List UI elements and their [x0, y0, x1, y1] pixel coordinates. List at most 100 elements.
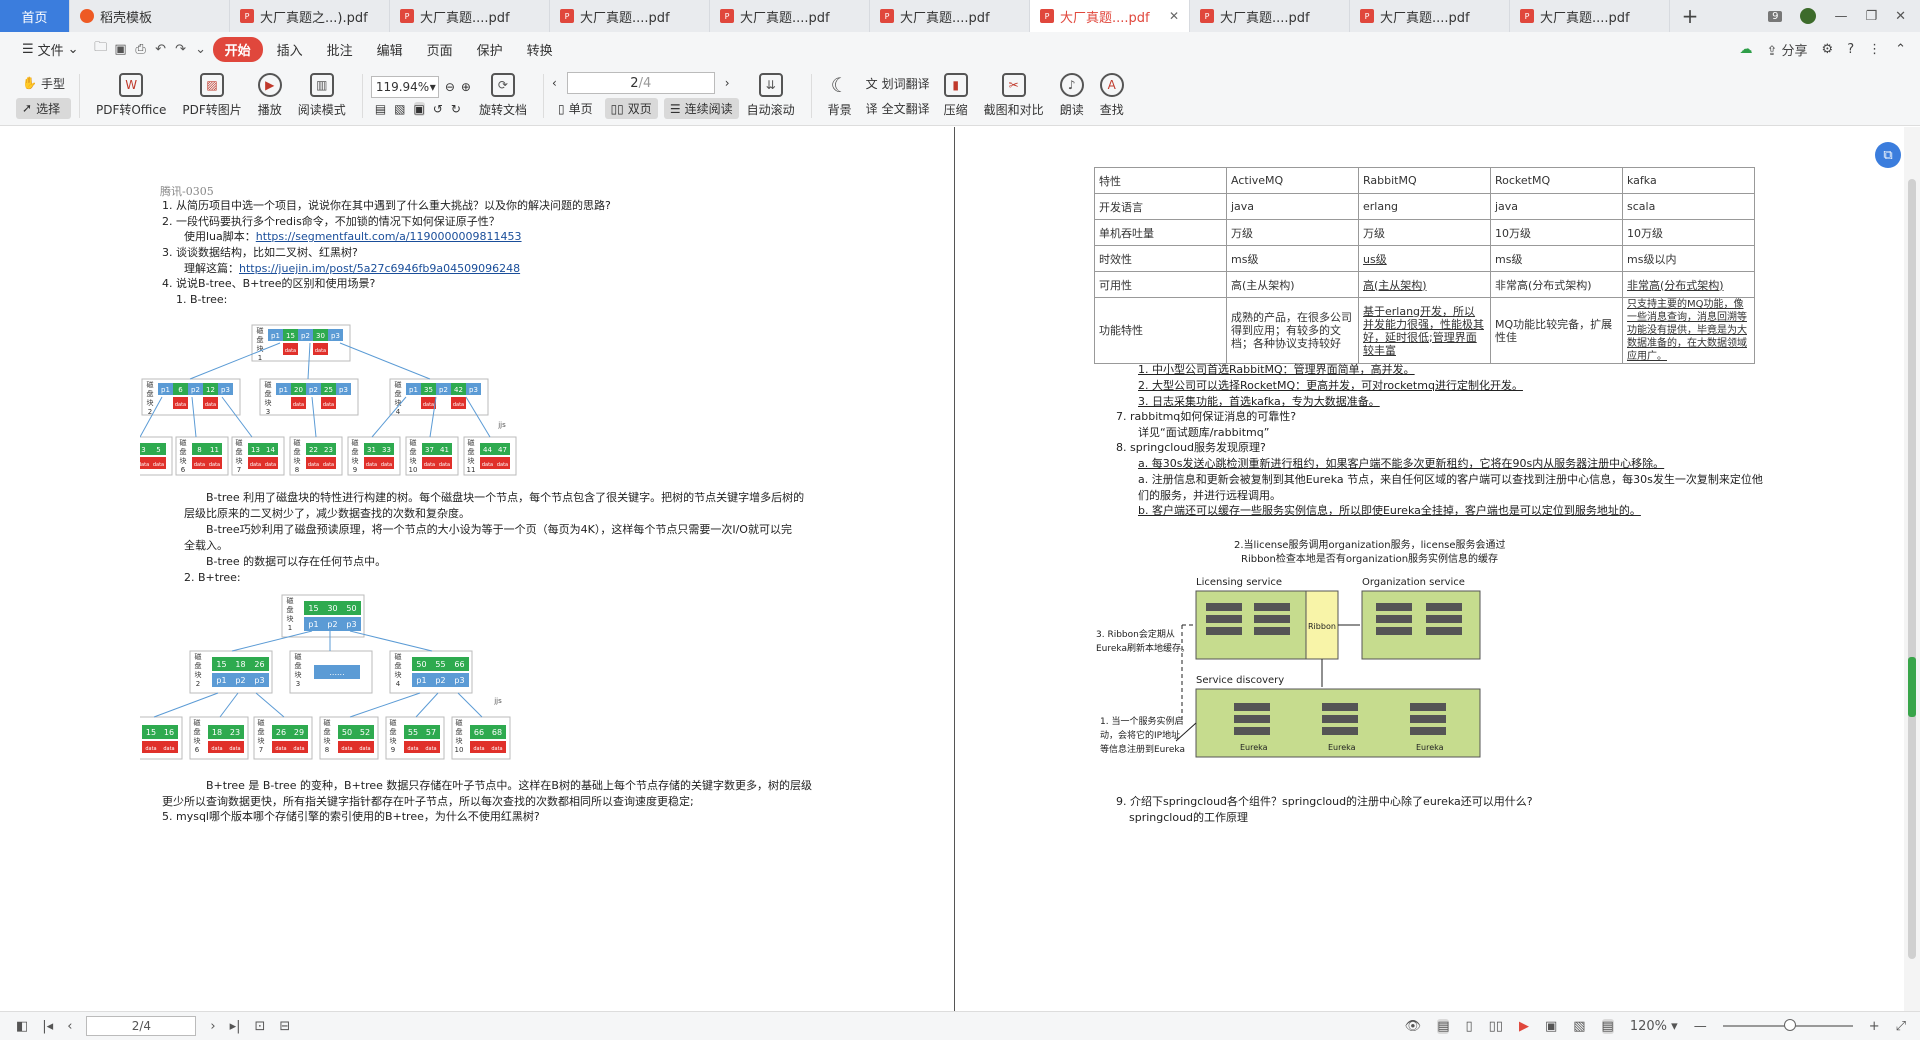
- zoom-out-icon[interactable]: —: [1694, 1019, 1707, 1034]
- file-menu[interactable]: ☰ 文件 ⌄: [12, 36, 89, 63]
- actual-size-icon[interactable]: ▤: [1601, 1018, 1614, 1034]
- table-cell: 10万级: [1490, 219, 1623, 246]
- tab-pdf[interactable]: P 大厂真题....pdf: [1510, 0, 1670, 32]
- tab-pdf[interactable]: P 大厂真题....pdf: [1350, 0, 1510, 32]
- menu-convert[interactable]: 转换: [517, 36, 563, 63]
- more-options-icon[interactable]: ⋮: [1868, 42, 1881, 57]
- forward-icon[interactable]: ⊟: [279, 1019, 290, 1034]
- prev-page-icon[interactable]: ‹: [67, 1019, 72, 1034]
- redo-icon[interactable]: ↷: [173, 41, 189, 57]
- find-button[interactable]: A 查找: [1092, 68, 1132, 124]
- fit-page-icon[interactable]: ▤: [375, 102, 386, 116]
- save-icon[interactable]: ▣: [113, 41, 129, 57]
- sidebar-toggle-icon[interactable]: ◧: [16, 1019, 28, 1034]
- tab-daoke[interactable]: 稻壳模板: [70, 0, 230, 32]
- menu-protect[interactable]: 保护: [467, 36, 513, 63]
- document-view[interactable]: 腾讯-0305 1. 从简历项目中选一个项目，说说你在其中遇到了什么重大挑战？以…: [0, 127, 1920, 1011]
- open-folder-icon[interactable]: 🗀: [93, 40, 109, 57]
- zoom-slider[interactable]: [1722, 1019, 1853, 1031]
- select-tool-button[interactable]: ➚ 选择: [16, 97, 71, 119]
- zoom-level[interactable]: 120% ▾: [1630, 1019, 1678, 1034]
- menu-annotate[interactable]: 批注: [317, 36, 363, 63]
- zoom-select[interactable]: 119.94% ▾: [370, 75, 439, 98]
- prev-page-icon[interactable]: ‹: [552, 76, 557, 90]
- add-tab-button[interactable]: +: [1670, 0, 1710, 32]
- first-page-icon[interactable]: |◂: [42, 1019, 53, 1034]
- full-translate-button[interactable]: 译全文翻译: [860, 98, 936, 119]
- vertical-scrollbar[interactable]: [1904, 127, 1920, 1011]
- help-icon[interactable]: ?: [1847, 42, 1854, 57]
- hand-tool-button[interactable]: ✋ 手型: [16, 73, 71, 94]
- tab-count-badge[interactable]: 9: [1768, 10, 1783, 22]
- divider: [542, 73, 544, 118]
- pdf-to-image-button[interactable]: ▨ PDF转图片: [174, 68, 249, 124]
- play-icon[interactable]: ▶: [1519, 1019, 1529, 1034]
- tab-pdf[interactable]: P 大厂真题....pdf: [390, 0, 550, 32]
- status-page-input[interactable]: 2/4: [86, 1016, 197, 1036]
- zoom-slider-knob[interactable]: [1784, 1019, 1797, 1031]
- read-mode-button[interactable]: ▥ 阅读模式: [290, 68, 354, 124]
- settings-icon[interactable]: ⚙: [1822, 42, 1834, 57]
- close-icon[interactable]: ✕: [1169, 9, 1179, 23]
- auto-scroll-button[interactable]: ⇊ 自动滚动: [739, 68, 803, 124]
- rotate-right-icon[interactable]: ↻: [451, 102, 461, 116]
- menu-insert[interactable]: 插入: [267, 36, 313, 63]
- zoom-in-icon[interactable]: +: [1869, 1019, 1880, 1034]
- compress-button[interactable]: ▮ 压缩: [936, 68, 976, 124]
- back-icon[interactable]: ⊡: [255, 1019, 266, 1034]
- tab-pdf[interactable]: P 大厂真题....pdf: [550, 0, 710, 32]
- answer-3-link[interactable]: https://juejin.im/post/5a27c6946fb9a0450…: [239, 262, 520, 275]
- answer-2-link[interactable]: https://segmentfault.com/a/1190000009811…: [256, 230, 522, 243]
- zoom-in-icon[interactable]: ⊕: [461, 80, 471, 94]
- avatar[interactable]: [1800, 8, 1817, 24]
- double-page-button[interactable]: ▯▯ 双页: [604, 98, 658, 119]
- page-view-icon[interactable]: ▯: [1465, 1019, 1472, 1034]
- restore-icon[interactable]: ❐: [1865, 9, 1877, 24]
- floating-assistant-button[interactable]: ⧉: [1875, 142, 1901, 168]
- play-button[interactable]: ▶ 播放: [250, 68, 290, 124]
- key-label: 18: [235, 660, 245, 669]
- tab-pdf[interactable]: P 大厂真题....pdf: [870, 0, 1030, 32]
- share-button[interactable]: ⇪ 分享: [1766, 40, 1807, 59]
- undo-icon[interactable]: ↶: [153, 41, 169, 57]
- pdf-to-office-button[interactable]: W PDF转Office: [88, 68, 174, 124]
- next-page-icon[interactable]: ›: [210, 1019, 215, 1034]
- collapse-ribbon-icon[interactable]: ⌃: [1895, 42, 1906, 57]
- table-header-cell: RabbitMQ: [1358, 167, 1491, 194]
- rotate-left-icon[interactable]: ↺: [433, 102, 443, 116]
- menu-start[interactable]: 开始: [212, 36, 263, 62]
- single-page-button[interactable]: ▯ 单页: [552, 98, 599, 119]
- rotate-doc-button[interactable]: ⟳ 旋转文档: [471, 68, 535, 124]
- print-icon[interactable]: ⎙: [133, 41, 149, 57]
- eye-protection-icon[interactable]: 👁: [1405, 1019, 1422, 1034]
- fit-width-icon[interactable]: ▧: [1573, 1019, 1585, 1034]
- close-window-icon[interactable]: ✕: [1895, 9, 1906, 24]
- fit-width-icon[interactable]: ▧: [394, 102, 405, 116]
- actual-size-icon[interactable]: ▣: [413, 101, 425, 116]
- scrollbar-thumb[interactable]: [1908, 179, 1916, 959]
- tab-home[interactable]: 首页: [0, 0, 70, 32]
- menu-page[interactable]: 页面: [417, 36, 463, 63]
- page-input[interactable]: 2/4: [566, 72, 715, 94]
- background-button[interactable]: ☾ 背景: [820, 68, 860, 124]
- double-view-icon[interactable]: ▯▯: [1489, 1019, 1503, 1034]
- more-icon[interactable]: ⌄: [193, 41, 209, 57]
- read-aloud-button[interactable]: ♪ 朗读: [1052, 68, 1092, 124]
- single-view-icon[interactable]: ▤: [1437, 1018, 1450, 1034]
- screenshot-compare-button[interactable]: ✂ 截图和对比: [976, 68, 1052, 124]
- tab-pdf[interactable]: P 大厂真题....pdf: [710, 0, 870, 32]
- minimize-icon[interactable]: —: [1834, 9, 1847, 24]
- word-translate-button[interactable]: 文划词翻译: [860, 73, 936, 94]
- cloud-sync-icon[interactable]: ☁: [1739, 42, 1752, 57]
- next-page-icon[interactable]: ›: [725, 76, 730, 90]
- tab-pdf[interactable]: P 大厂真题....pdf: [1190, 0, 1350, 32]
- fit-page-icon[interactable]: ▣: [1545, 1019, 1557, 1034]
- last-page-icon[interactable]: ▸|: [230, 1019, 241, 1034]
- menu-edit[interactable]: 编辑: [367, 36, 413, 63]
- continuous-read-button[interactable]: ☰ 连续阅读: [663, 98, 739, 119]
- tab-pdf[interactable]: P 大厂真题之...).pdf: [230, 0, 390, 32]
- zoom-out-icon[interactable]: ⊖: [445, 80, 455, 94]
- fullscreen-icon[interactable]: ⤢: [1896, 1019, 1906, 1034]
- tag-label: jjs: [493, 697, 502, 705]
- tab-pdf-active[interactable]: P 大厂真题....pdf ✕: [1030, 0, 1190, 32]
